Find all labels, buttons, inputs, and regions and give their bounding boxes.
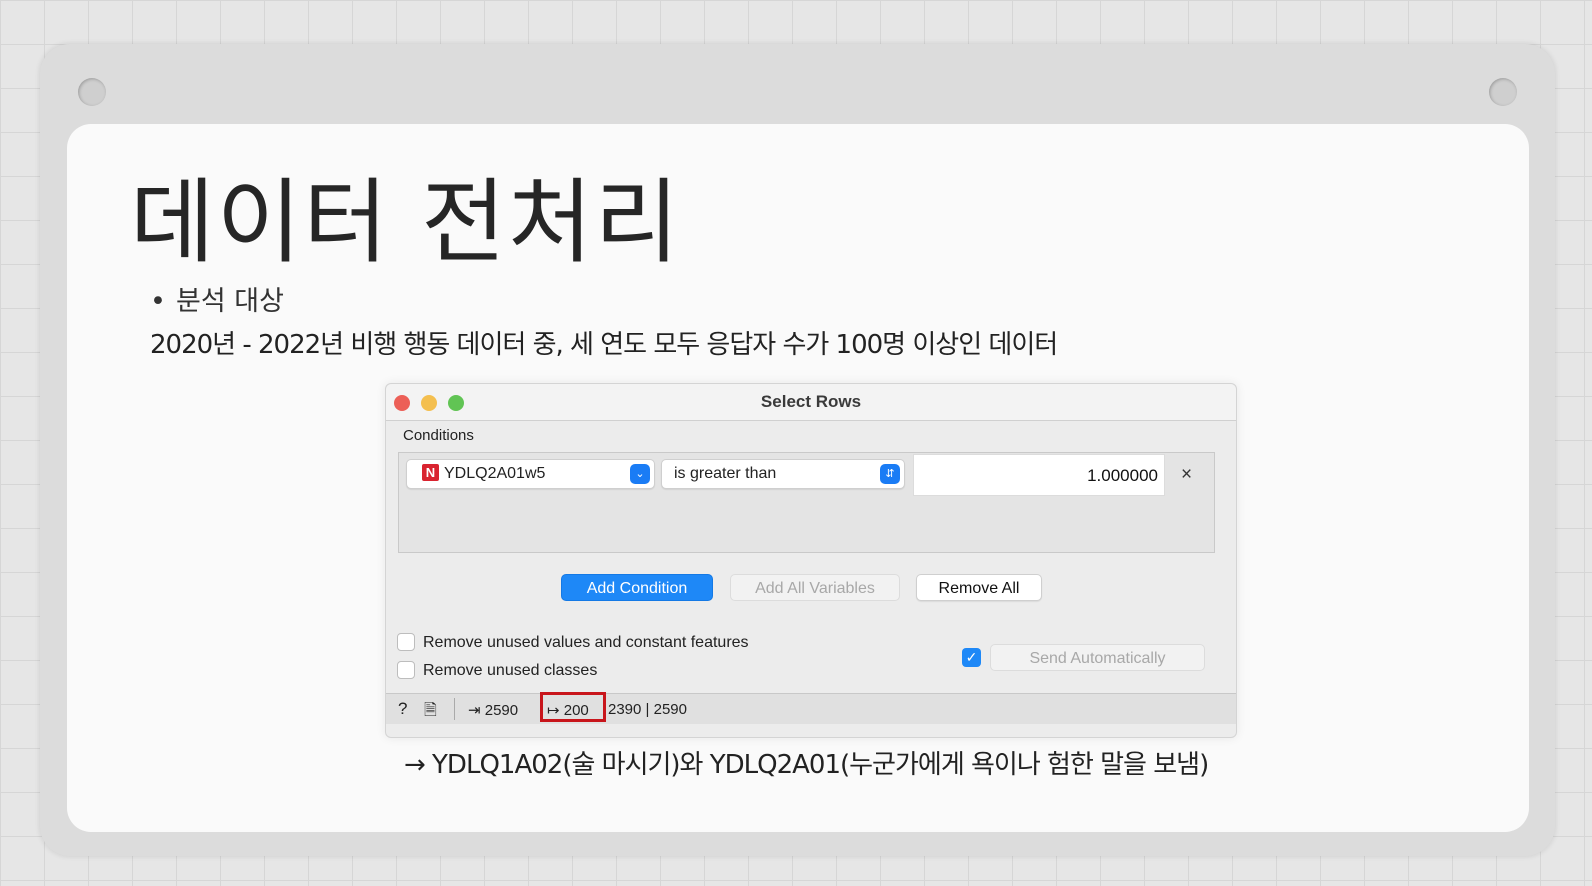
- bullet-text: 분석 대상: [176, 286, 284, 317]
- remove-unused-values-label: Remove unused values and constant featur…: [423, 634, 749, 652]
- dialog-title: Select Rows: [760, 392, 862, 411]
- send-automatically-button[interactable]: Send Automatically: [990, 644, 1205, 671]
- remove-unused-values-checkbox[interactable]: [397, 633, 415, 651]
- remove-all-button[interactable]: Remove All: [916, 574, 1042, 601]
- frame-hole-left: [78, 78, 106, 106]
- remove-condition-button[interactable]: ×: [1181, 464, 1192, 486]
- status-bar: ? 🗎 ⇥ 2590 ↦ 200 2390 | 2590: [386, 692, 1236, 726]
- frame-hole-right: [1489, 78, 1517, 106]
- conditions-label: Conditions: [403, 427, 474, 444]
- select-rows-dialog: Select Rows Conditions N YDLQ2A01w5 ⌄ is …: [385, 383, 1237, 738]
- input-arrow-icon: ⇥: [468, 702, 481, 719]
- remove-unused-classes-label: Remove unused classes: [423, 662, 598, 680]
- remove-unused-classes-option: Remove unused classes: [397, 661, 598, 680]
- operator-select-value: is greater than: [674, 465, 777, 482]
- input-count: 2590: [484, 702, 519, 719]
- report-icon[interactable]: 🗎: [424, 699, 437, 726]
- updown-chevron-icon: ⇵: [880, 464, 900, 484]
- slide-caption: → YDLQ1A02(술 마시기)와 YDLQ2A01(누군가에게 욕이나 험한…: [404, 750, 1209, 780]
- remove-unused-classes-checkbox[interactable]: [397, 661, 415, 679]
- output-arrow-icon: ↦: [547, 702, 560, 719]
- add-condition-button[interactable]: Add Condition: [561, 574, 713, 601]
- status-divider: [454, 698, 455, 720]
- help-icon[interactable]: ?: [398, 699, 407, 719]
- send-automatically-checkbox[interactable]: ✓: [962, 648, 981, 667]
- dialog-titlebar: Select Rows: [386, 384, 1236, 421]
- remove-unused-values-option: Remove unused values and constant featur…: [397, 633, 749, 652]
- condition-value-input[interactable]: 1.000000: [913, 454, 1165, 496]
- chevron-down-icon: ⌄: [630, 464, 650, 484]
- variable-select[interactable]: N YDLQ2A01w5 ⌄: [406, 459, 655, 489]
- variable-select-value: YDLQ2A01w5: [444, 465, 546, 482]
- output-counts: 2390 | 2590: [608, 701, 687, 718]
- output-count: 200: [563, 702, 589, 719]
- add-all-variables-button[interactable]: Add All Variables: [730, 574, 900, 601]
- bullet-dot: •: [150, 286, 166, 317]
- operator-select[interactable]: is greater than ⇵: [661, 459, 905, 489]
- slide-description: 2020년 - 2022년 비행 행동 데이터 중, 세 연도 모두 응답자 수…: [150, 330, 1058, 360]
- slide-title: 데이터 전처리: [130, 169, 682, 276]
- numeric-variable-icon: N: [422, 464, 439, 482]
- bullet-item: • 분석 대상: [150, 285, 284, 319]
- input-data-indicator: ⇥ 2590: [468, 701, 518, 719]
- output-data-indicator: ↦ 200: [547, 701, 589, 719]
